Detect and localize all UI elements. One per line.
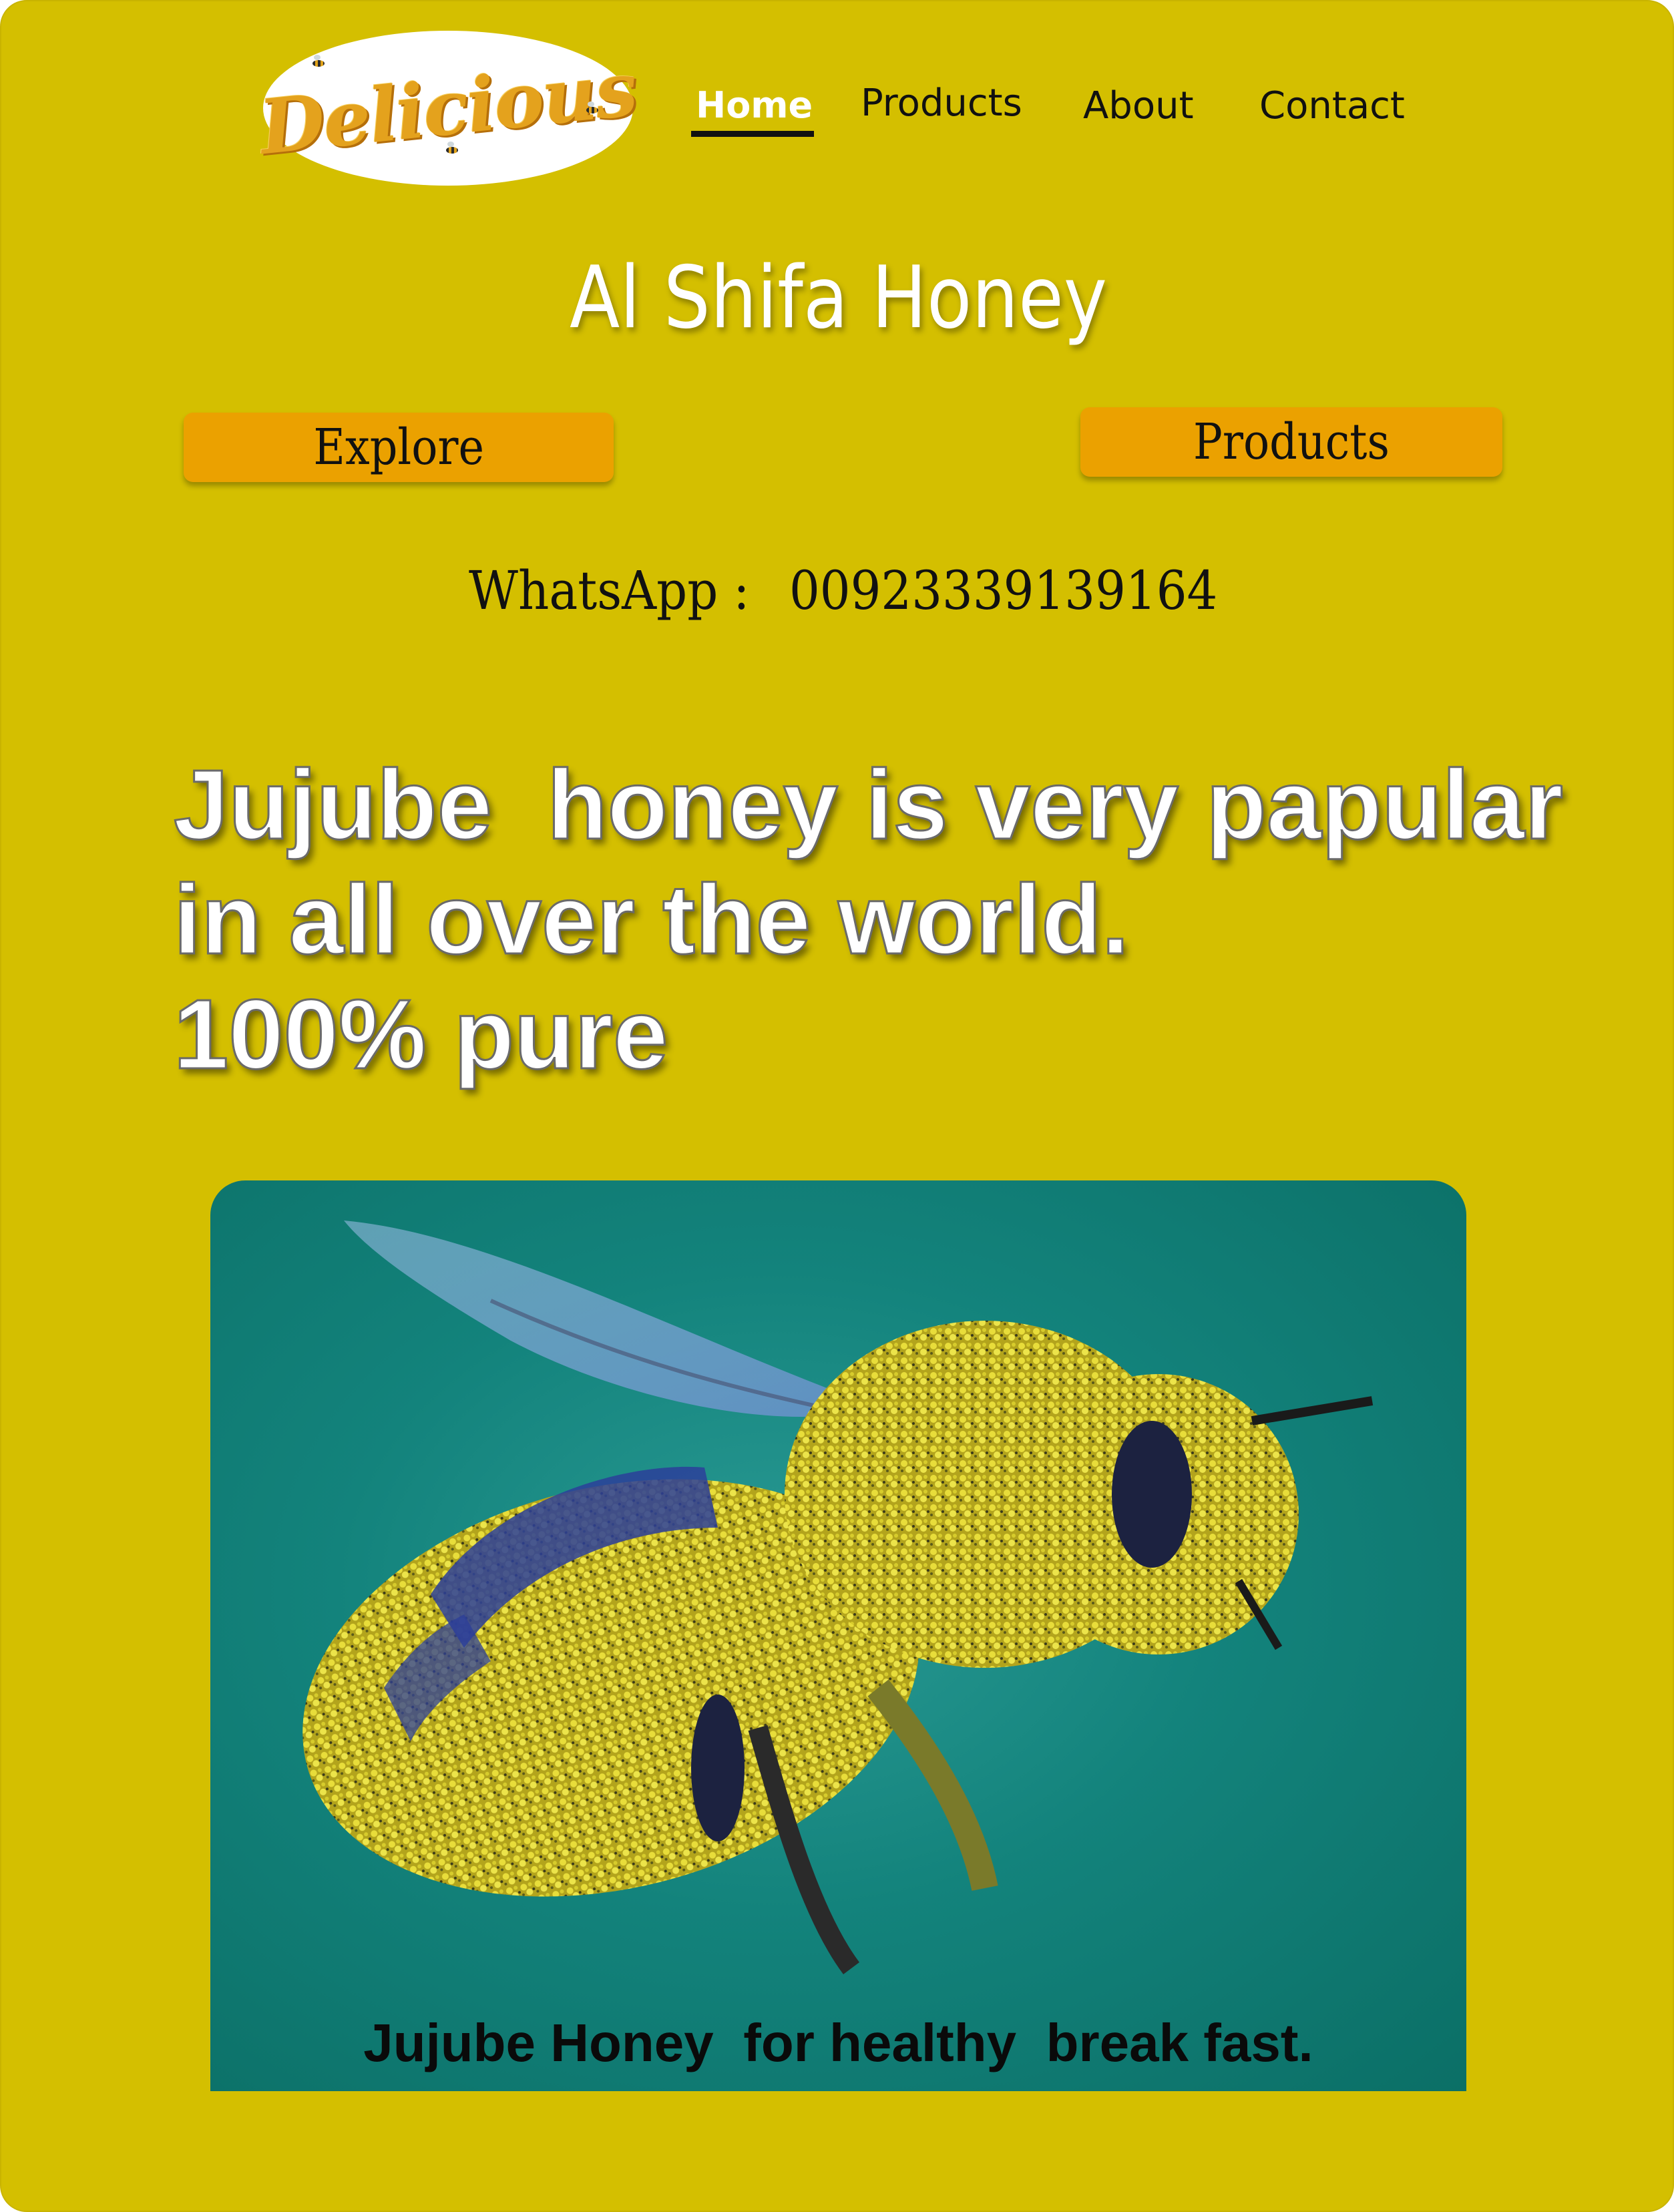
nav-home[interactable]: Home: [696, 84, 813, 126]
bee-icon: [310, 55, 327, 68]
whatsapp-label: WhatsApp :: [469, 560, 750, 622]
page: Delicious Home Products About Contact Al…: [0, 0, 1674, 2212]
bee-icon: [443, 142, 461, 155]
explore-button-label: Explore: [313, 419, 484, 476]
nav-about[interactable]: About: [1083, 84, 1194, 128]
nav-products[interactable]: Products: [861, 81, 1022, 125]
products-button-label: Products: [1193, 413, 1390, 471]
products-button[interactable]: Products: [1080, 407, 1502, 477]
nav-contact[interactable]: Contact: [1259, 84, 1405, 128]
photo-caption: Jujube Honey for healthy break fast.: [363, 2013, 1313, 2072]
explore-button[interactable]: Explore: [184, 413, 614, 482]
headline-text: Jujube honey is very papular in all over…: [173, 749, 1564, 1091]
bee-illustration: [302, 1221, 1374, 1974]
page-title: Al Shifa Honey: [569, 248, 1108, 348]
site-logo[interactable]: Delicious: [256, 31, 640, 186]
bee-icon: [584, 101, 601, 115]
active-nav-underline: [691, 131, 814, 137]
whatsapp-number[interactable]: 00923339139164: [789, 560, 1217, 622]
bee-photo: Jujube Honey for healthy break fast.: [210, 1180, 1466, 2091]
